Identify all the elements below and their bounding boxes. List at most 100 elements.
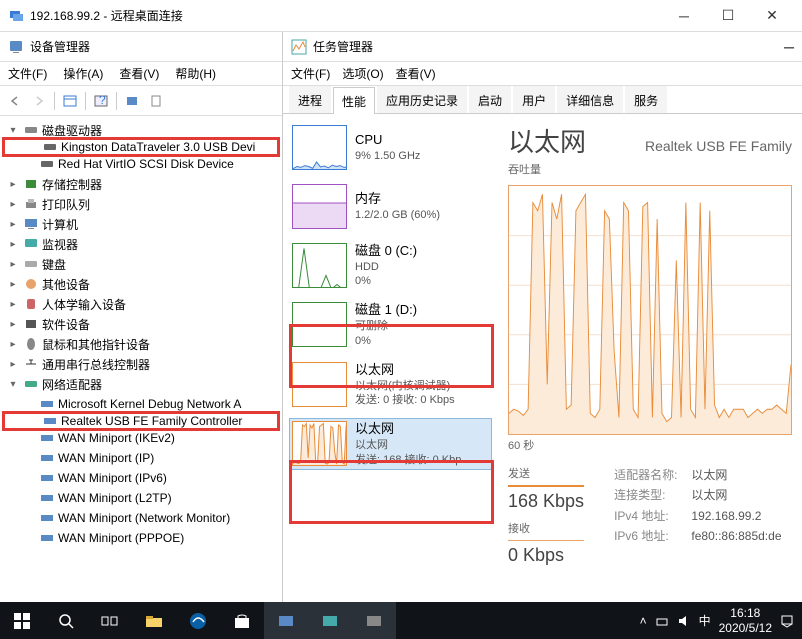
taskmgr-min[interactable]: ─ [784, 39, 794, 55]
taskmgr-icon [291, 39, 307, 55]
node-computer[interactable]: 计算机 [42, 216, 78, 233]
start-button[interactable] [0, 602, 44, 639]
devmgr-menu-file[interactable]: 文件(F) [4, 65, 51, 82]
disk-drives-icon [23, 122, 39, 138]
network-icon [23, 376, 39, 392]
task-manager-window: 任务管理器 ─ 文件(F) 选项(O) 查看(V) 进程 性能 应用历史记录 启… [283, 32, 802, 602]
tray-ime[interactable]: 中 [699, 612, 711, 629]
computer-icon [23, 216, 39, 232]
throughput-label: 吞吐量 [508, 161, 792, 177]
tool-fwd[interactable] [28, 90, 50, 112]
tab-users[interactable]: 用户 [513, 86, 555, 113]
node-print[interactable]: 打印队列 [42, 196, 90, 213]
svg-text:?: ? [99, 95, 106, 107]
node-other[interactable]: 其他设备 [42, 276, 90, 293]
tray-volume-icon[interactable] [677, 615, 691, 627]
node-kingston[interactable]: Kingston DataTraveler 3.0 USB Devi [61, 140, 255, 154]
taskmgr-menu-view[interactable]: 查看(V) [396, 65, 436, 82]
store-button[interactable] [220, 602, 264, 639]
tray-notification-icon[interactable] [780, 614, 794, 628]
netadapter-icon [39, 450, 55, 466]
running-app-2[interactable] [308, 602, 352, 639]
node-wan-netmon[interactable]: WAN Miniport (Network Monitor) [58, 511, 230, 525]
taskmgr-tabs: 进程 性能 应用历史记录 启动 用户 详细信息 服务 [283, 86, 802, 114]
node-wan-ikev2[interactable]: WAN Miniport (IKEv2) [58, 431, 175, 445]
running-app-3[interactable] [352, 602, 396, 639]
tool-help[interactable]: ? [90, 90, 112, 112]
tool-back[interactable] [4, 90, 26, 112]
devmgr-menu-action[interactable]: 操作(A) [59, 65, 107, 82]
device-tree[interactable]: ▾磁盘驱动器 Kingston DataTraveler 3.0 USB Dev… [0, 116, 282, 602]
mouse-icon [23, 336, 39, 352]
tray-network-icon[interactable] [655, 615, 669, 627]
throughput-graph [508, 185, 792, 435]
node-wan-pppoe[interactable]: WAN Miniport (PPPOE) [58, 531, 184, 545]
devmgr-title: 设备管理器 [30, 38, 90, 55]
node-realtek[interactable]: Realtek USB FE Family Controller [61, 414, 242, 428]
running-app-1[interactable] [264, 602, 308, 639]
adapter-name: 以太网 [691, 465, 781, 485]
tab-services[interactable]: 服务 [625, 86, 667, 113]
edge-button[interactable] [176, 602, 220, 639]
system-tray: ˄ 中 16:18 2020/5/12 [632, 606, 802, 635]
tab-processes[interactable]: 进程 [289, 86, 331, 113]
node-wan-ipv6[interactable]: WAN Miniport (IPv6) [58, 471, 167, 485]
taskmgr-menu-file[interactable]: 文件(F) [291, 65, 330, 82]
node-disk-drives[interactable]: 磁盘驱动器 [42, 122, 102, 139]
ipv6-addr: fe80::86:885d:de [691, 526, 781, 546]
perf-eth0[interactable]: 以太网以太网(内核调试器)发送: 0 接收: 0 Kbps [289, 359, 492, 410]
node-network[interactable]: 网络适配器 [42, 376, 102, 393]
node-wan-l2tp[interactable]: WAN Miniport (L2TP) [58, 491, 172, 505]
devmgr-toolbar: ? [0, 86, 282, 116]
devmgr-menu-view[interactable]: 查看(V) [115, 65, 163, 82]
netadapter-icon [39, 510, 55, 526]
perf-eth1[interactable]: 以太网以太网发送: 168 接收: 0 Kbp [289, 418, 492, 469]
node-mskernel[interactable]: Microsoft Kernel Debug Network A [58, 397, 241, 411]
perf-disk1[interactable]: 磁盘 1 (D:)可删除0% [289, 299, 492, 350]
node-wan-ip[interactable]: WAN Miniport (IP) [58, 451, 154, 465]
search-button[interactable] [44, 602, 88, 639]
ipv4-addr: 192.168.99.2 [691, 506, 781, 526]
hid-icon [23, 296, 39, 312]
file-explorer-button[interactable] [132, 602, 176, 639]
other-icon [23, 276, 39, 292]
node-storage[interactable]: 存储控制器 [42, 176, 102, 193]
tab-startup[interactable]: 启动 [469, 86, 511, 113]
devmgr-menu-help[interactable]: 帮助(H) [171, 65, 220, 82]
node-keyboard[interactable]: 键盘 [42, 256, 66, 273]
node-mouse[interactable]: 鼠标和其他指针设备 [42, 336, 150, 353]
tool-prop[interactable] [145, 90, 167, 112]
minimize-button[interactable]: ─ [662, 1, 706, 31]
rdp-icon [8, 8, 24, 24]
perf-memory[interactable]: 内存1.2/2.0 GB (60%) [289, 181, 492, 232]
node-software[interactable]: 软件设备 [42, 316, 90, 333]
devmgr-menu: 文件(F) 操作(A) 查看(V) 帮助(H) [0, 62, 282, 86]
taskmgr-menu-options[interactable]: 选项(O) [342, 65, 383, 82]
netadapter-icon [39, 490, 55, 506]
tab-apphistory[interactable]: 应用历史记录 [377, 86, 467, 113]
monitor-icon [23, 236, 39, 252]
netadapter-icon [39, 530, 55, 546]
node-hid[interactable]: 人体学输入设备 [42, 296, 126, 313]
tool-scan[interactable] [121, 90, 143, 112]
send-value: 168 Kbps [508, 491, 584, 512]
node-usb[interactable]: 通用串行总线控制器 [42, 356, 150, 373]
node-monitor[interactable]: 监视器 [42, 236, 78, 253]
close-button[interactable]: ✕ [750, 1, 794, 31]
usb-icon [23, 356, 39, 372]
perf-sidebar: CPU9% 1.50 GHz 内存1.2/2.0 GB (60%) 磁盘 0 (… [283, 114, 498, 602]
tray-up-icon[interactable]: ˄ [640, 614, 647, 628]
detail-heading: 以太网 [508, 122, 586, 159]
drive-icon [39, 156, 55, 172]
tab-performance[interactable]: 性能 [333, 87, 375, 114]
devmgr-icon [8, 39, 24, 55]
tray-clock[interactable]: 16:18 2020/5/12 [719, 606, 772, 635]
perf-disk0[interactable]: 磁盘 0 (C:)HDD0% [289, 240, 492, 291]
node-redhat[interactable]: Red Hat VirtIO SCSI Disk Device [58, 157, 234, 171]
tool-view[interactable] [59, 90, 81, 112]
tab-details[interactable]: 详细信息 [557, 86, 623, 113]
maximize-button[interactable]: ☐ [706, 1, 750, 31]
netadapter-icon [39, 470, 55, 486]
perf-cpu[interactable]: CPU9% 1.50 GHz [289, 122, 492, 173]
taskview-button[interactable] [88, 602, 132, 639]
